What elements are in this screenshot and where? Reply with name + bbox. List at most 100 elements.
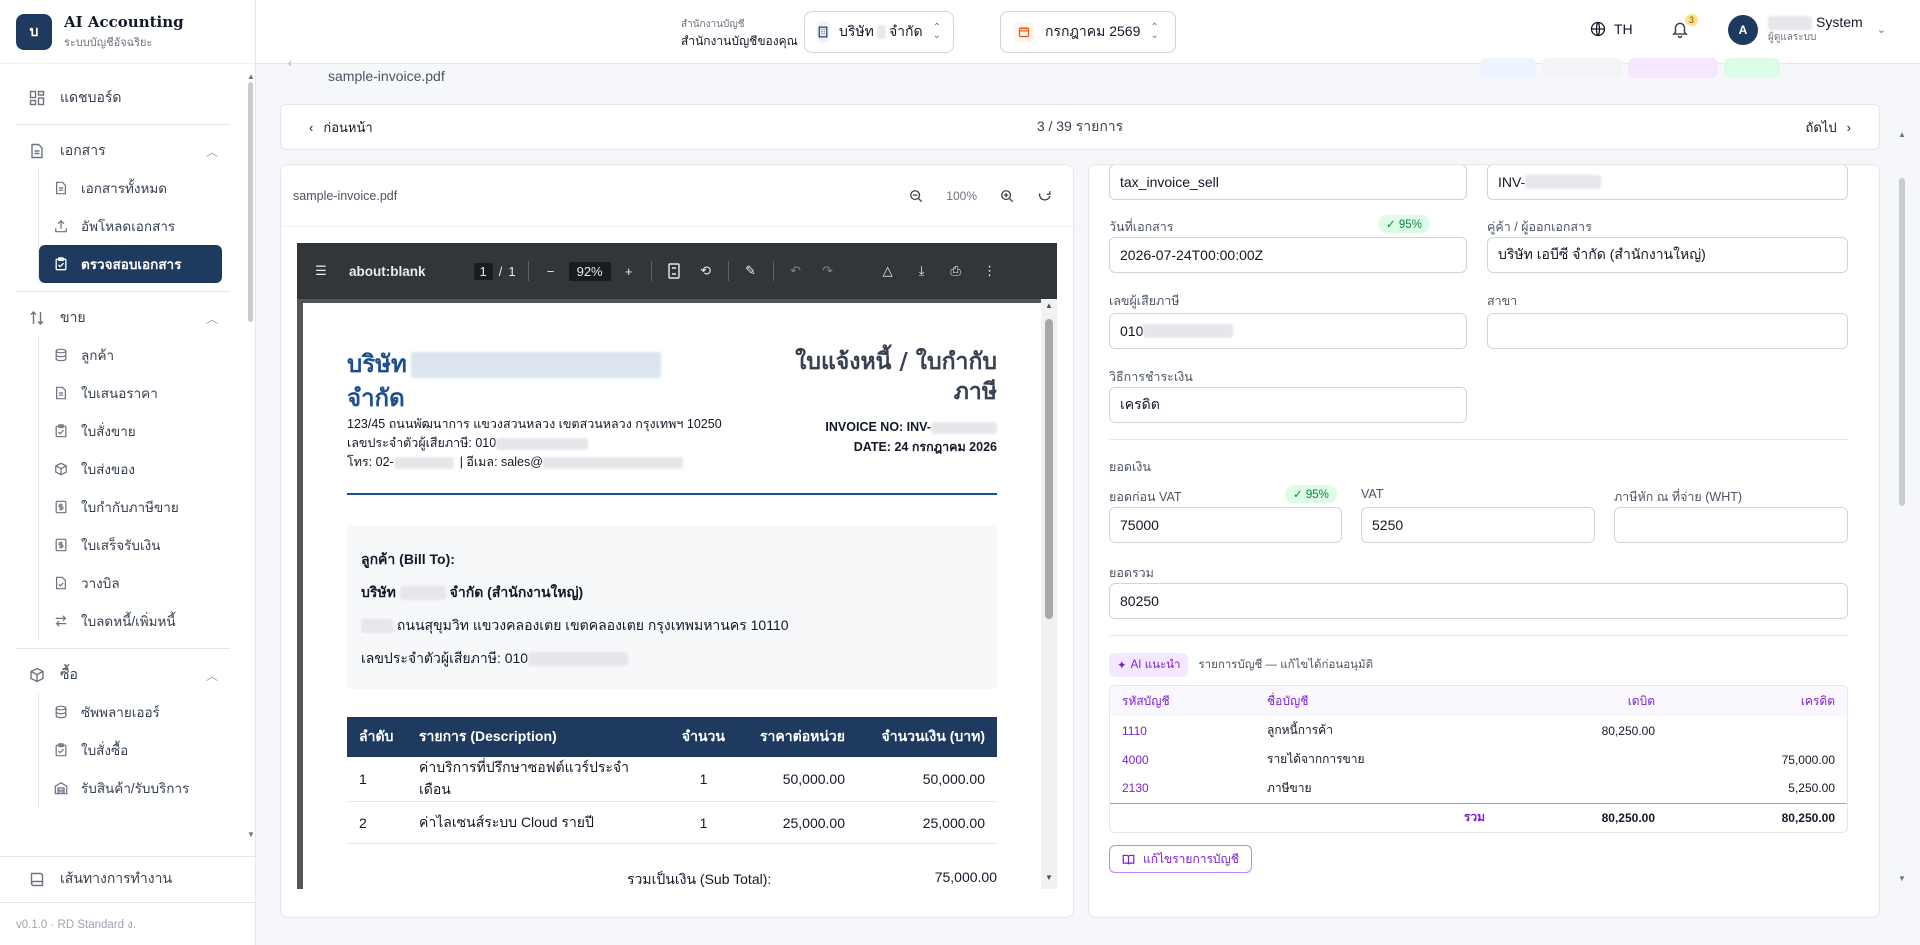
sidebar-item-purchase-orders[interactable]: ใบสั่งซื้อ (39, 731, 246, 769)
book-icon (28, 870, 46, 888)
invoice-company: บริษัท จำกัด (347, 347, 661, 415)
sidebar-item-label: ใบเสนอราคา (81, 386, 158, 401)
pdf-zoom-input[interactable]: 92% (568, 261, 611, 281)
sidebar-item-tax-invoices[interactable]: ใบกำกับภาษีขาย (39, 488, 246, 526)
user-name: System (1816, 14, 1863, 30)
rotate-icon[interactable]: ⟲ (696, 261, 716, 281)
top-header: สำนักงานบัญชี สำนักงานบัญชีของคุณ บริษัท… (256, 0, 1920, 64)
pdf-page: บริษัท จำกัด ใบแจ้งหนี้ / ใบกำกับ ภาษี I… (303, 303, 1041, 889)
upload-icon (53, 218, 69, 234)
database-icon (53, 704, 69, 720)
sidebar-item-dashboard[interactable]: แดชบอร์ด (0, 80, 246, 116)
more-vertical-icon[interactable]: ⋮ (980, 261, 1000, 281)
vat-field[interactable]: 5250 (1361, 507, 1595, 543)
total-field[interactable]: 80250 (1109, 583, 1848, 619)
doc-date-field[interactable]: 2026-07-24T00:00:00Z (1109, 237, 1467, 273)
reset-view-button[interactable] (1037, 188, 1053, 204)
zoom-out-button[interactable] (908, 188, 924, 204)
sidebar-item-label: ใบกำกับภาษีขาย (81, 500, 179, 515)
undo-icon[interactable]: ↶ (786, 261, 806, 281)
fit-page-icon[interactable] (664, 261, 684, 281)
company-select[interactable]: บริษัท จำกัด ⌃ ⌄ (804, 11, 954, 53)
rotate-icon (1038, 190, 1051, 201)
next-button[interactable]: ถัดไป › (1806, 117, 1851, 138)
amount-section-title: ยอดเงิน (1109, 460, 1151, 474)
menu-icon[interactable]: ☰ (311, 261, 331, 281)
sidebar-group-sales[interactable]: ขาย ︿ (0, 300, 246, 336)
wht-field[interactable] (1614, 507, 1848, 543)
sidebar-item-quotations[interactable]: ใบเสนอราคา (39, 374, 246, 412)
review-file-name: sample-invoice.pdf (328, 68, 445, 84)
party-field[interactable]: บริษัท เอบีซี จำกัด (สำนักงานใหญ่) (1487, 237, 1848, 273)
viewer-file-name: sample-invoice.pdf (293, 188, 398, 203)
chevron-updown-icon: ⌃ ⌄ (932, 22, 941, 41)
redacted-user (1768, 16, 1812, 31)
sidebar-item-credit-debit-notes[interactable]: ใบลดหนี้/เพิ่มหนี้ (39, 602, 246, 640)
sidebar-item-review-documents[interactable]: ตรวจสอบเอกสาร (39, 245, 222, 283)
doc-type-field[interactable]: tax_invoice_sell (1109, 165, 1467, 200)
period-select[interactable]: กรกฎาคม 2569 ⌃ ⌄ (1000, 11, 1176, 53)
sidebar-item-sales-orders[interactable]: ใบสั่งขาย (39, 412, 246, 450)
tax-id-field[interactable]: 010 (1109, 313, 1467, 349)
sidebar-group-documents[interactable]: เอกสาร ︿ (0, 133, 246, 169)
sidebar-group-purchases[interactable]: ซื้อ ︿ (0, 657, 246, 693)
sidebar-item-goods-receipt[interactable]: รับสินค้า/รับบริการ (39, 769, 246, 807)
sidebar-item-receipts[interactable]: ใบเสร็จรับเงิน (39, 526, 246, 564)
redo-icon[interactable]: ↷ (818, 261, 838, 281)
sidebar-item-label: ตรวจสอบเอกสาร (81, 257, 182, 272)
doc-number-field[interactable]: INV- (1487, 165, 1848, 200)
sidebar-scrollbar[interactable]: ▲ ▼ (245, 72, 255, 842)
pdf-zoom-out-button[interactable]: − (541, 261, 561, 281)
confidence-badge: ✓ 95% (1285, 485, 1337, 503)
sidebar-item-delivery-notes[interactable]: ใบส่งของ (39, 450, 246, 488)
package-icon (53, 461, 69, 477)
status-badge (1628, 58, 1718, 78)
chevron-updown-icon: ⌃ ⌄ (1150, 22, 1159, 41)
chevron-up-icon: ︿ (205, 144, 218, 159)
company-suffix: จำกัด (888, 23, 923, 39)
clipboard-icon (53, 423, 69, 439)
sidebar-item-customers[interactable]: ลูกค้า (39, 336, 246, 374)
company-prefix: บริษัท (839, 23, 874, 39)
confidence-badge: ✓ 95% (1378, 215, 1430, 233)
branch-field[interactable] (1487, 313, 1848, 349)
branch-label: สาขา (1487, 294, 1518, 308)
edit-journal-button[interactable]: แก้ไขรายการบัญชี (1109, 845, 1252, 873)
table-row: 4000 รายได้จากการขาย 75,000.00 (1122, 752, 1835, 767)
chevron-down-icon: ⌄ (1876, 24, 1886, 37)
sidebar-item-billing[interactable]: วางบิล (39, 564, 246, 602)
pdf-zoom-in-button[interactable]: + (619, 261, 639, 281)
notifications-button[interactable]: 3 (1671, 14, 1699, 42)
pdf-scrollbar[interactable]: ▲ ▼ (1041, 299, 1057, 889)
sidebar-item-all-documents[interactable]: เอกสารทั้งหมด (39, 169, 246, 207)
draw-icon[interactable]: ✎ (741, 261, 761, 281)
zoom-in-button[interactable] (999, 188, 1015, 204)
language-switch[interactable]: TH (1590, 21, 1633, 37)
table-row: 1110 ลูกหนี้การค้า 80,250.00 (1122, 723, 1655, 738)
sidebar-item-suppliers[interactable]: ซัพพลายเออร์ (39, 693, 246, 731)
office-name: สำนักงานบัญชีของคุณ (681, 34, 798, 48)
sidebar-item-upload[interactable]: อัพโหลดเอกสาร (39, 207, 246, 245)
clipboard-check-icon (53, 256, 69, 272)
file-text-icon (53, 385, 69, 401)
pre-vat-field[interactable]: 75000 (1109, 507, 1342, 543)
payment-field[interactable]: เครดิต (1109, 387, 1467, 423)
back-icon[interactable]: ‹ (288, 56, 292, 70)
pdf-page-input[interactable]: 1 (473, 262, 493, 280)
download-icon[interactable]: ⤓ (912, 261, 932, 281)
sidebar-nav: แดชบอร์ด เอกสาร ︿ เอกสารทั้งหมด อัพโหลดเ… (0, 72, 246, 842)
user-menu[interactable]: A System ผู้ดูแลระบบ ⌄ (1728, 14, 1886, 45)
pdf-page-total: 1 (508, 263, 516, 279)
sidebar-item-label: เส้นทางการทำงาน (60, 869, 173, 886)
ai-suggest-badge: ✦ AI แนะนำ (1109, 653, 1189, 677)
page-scrollbar[interactable]: ▲ ▼ (1896, 130, 1908, 890)
print-icon[interactable]: ⎙ (946, 261, 966, 281)
prev-button[interactable]: ‹ ก่อนหน้า (309, 117, 373, 138)
chevron-left-icon: ‹ (309, 119, 314, 135)
office-info: สำนักงานบัญชี สำนักงานบัญชีของคุณ (681, 17, 798, 51)
sidebar-group-label: ขาย (60, 309, 86, 325)
pdf-embed: ☰ about:blank 1 / 1 − 92% + ⟲ ✎ ↶ ↷ △ ⤓ … (297, 243, 1057, 889)
sidebar-item-workflow[interactable]: เส้นทางการทำงาน (0, 856, 256, 896)
invoice-meta: INVOICE NO: INV- DATE: 24 กรกฎาคม 2026 (825, 417, 997, 457)
drive-icon[interactable]: △ (878, 261, 898, 281)
